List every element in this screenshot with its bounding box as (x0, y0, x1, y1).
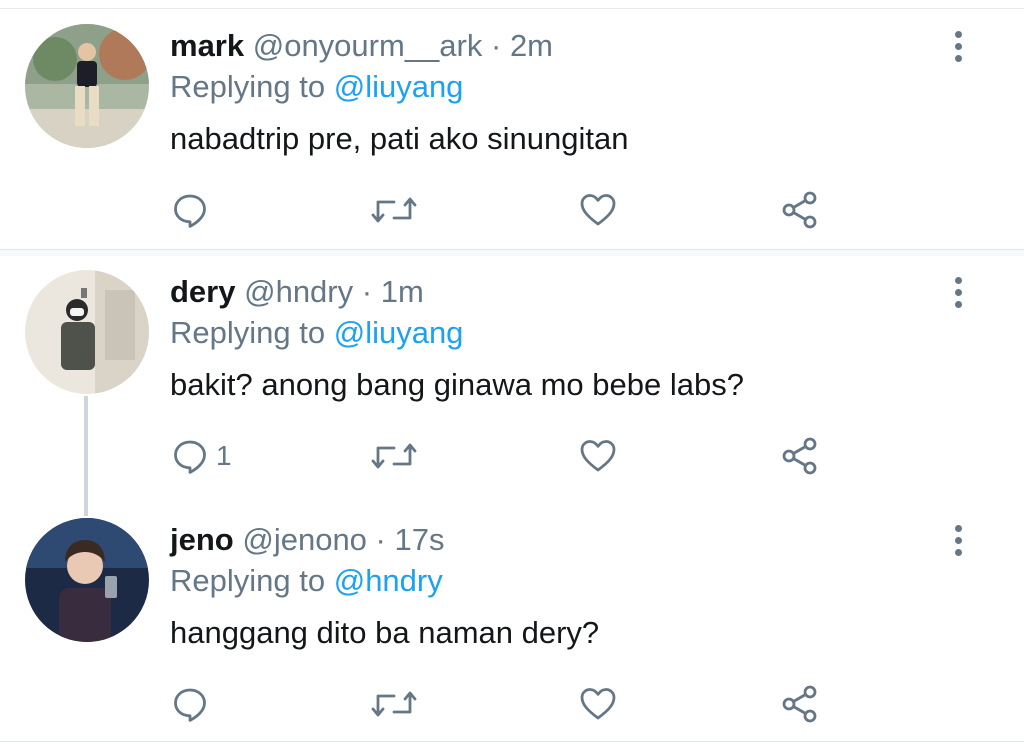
user-handle[interactable]: @jenono (242, 522, 367, 557)
like-button[interactable] (578, 682, 618, 726)
replying-to-mention[interactable]: @liuyang (334, 315, 464, 350)
share-icon (782, 685, 817, 723)
more-vertical-icon[interactable] (944, 274, 972, 310)
like-button[interactable] (578, 188, 618, 232)
replying-to-label: Replying to (170, 315, 326, 350)
tweet-text: bakit? anong bang ginawa mo bebe labs? (170, 367, 744, 402)
tweet-actions (0, 188, 1024, 232)
display-name[interactable]: jeno (170, 522, 234, 557)
like-icon (580, 440, 616, 472)
reply-button[interactable] (170, 188, 210, 232)
replying-to-label: Replying to (170, 69, 326, 104)
display-name[interactable]: mark (170, 28, 244, 63)
tweet-jeno[interactable]: jeno @jenono · 17s Replying to @hndry ha… (0, 504, 1024, 742)
timestamp[interactable]: 1m (381, 274, 424, 309)
user-handle[interactable]: @hndry (244, 274, 353, 309)
retweet-icon (371, 443, 417, 469)
replying-to: Replying to @hndry (170, 563, 443, 599)
share-button[interactable] (780, 434, 820, 478)
reply-count: 1 (216, 440, 232, 471)
tweet-header: jeno @jenono · 17s (170, 522, 444, 558)
like-icon (580, 194, 616, 226)
separator: · (375, 522, 386, 557)
tweet-header: dery @hndry · 1m (170, 274, 424, 310)
more-vertical-icon[interactable] (944, 522, 972, 558)
retweet-button[interactable] (370, 188, 418, 232)
share-button[interactable] (780, 682, 820, 726)
timestamp[interactable]: 2m (510, 28, 553, 63)
reply-feed: mark @onyourm__ark · 2m Replying to @liu… (0, 0, 1024, 744)
replying-to: Replying to @liuyang (170, 315, 463, 351)
reply-button[interactable] (170, 682, 210, 726)
reply-button[interactable]: 1 (170, 434, 232, 478)
share-button[interactable] (780, 188, 820, 232)
avatar-mark[interactable] (25, 24, 149, 148)
tweet-dery[interactable]: dery @hndry · 1m Replying to @liuyang ba… (0, 256, 1024, 516)
user-handle[interactable]: @onyourm__ark (253, 28, 483, 63)
replying-to-mention[interactable]: @liuyang (334, 69, 464, 104)
retweet-button[interactable] (370, 434, 418, 478)
retweet-icon (371, 197, 417, 223)
separator: · (490, 28, 502, 63)
retweet-icon (371, 691, 417, 717)
reply-icon (174, 194, 206, 228)
tweet-mark[interactable]: mark @onyourm__ark · 2m Replying to @liu… (0, 10, 1024, 248)
replying-to-label: Replying to (170, 563, 326, 598)
tweet-actions: 1 (0, 434, 1024, 478)
replying-to: Replying to @liuyang (170, 69, 463, 105)
display-name[interactable]: dery (170, 274, 235, 309)
share-icon (782, 437, 817, 475)
like-button[interactable] (578, 434, 618, 478)
reply-icon (174, 440, 206, 474)
replying-to-mention[interactable]: @hndry (334, 563, 443, 598)
retweet-button[interactable] (370, 682, 418, 726)
tweet-header: mark @onyourm__ark · 2m (170, 28, 553, 64)
avatar-jeno[interactable] (25, 518, 149, 642)
like-icon (580, 688, 616, 720)
divider (0, 741, 1024, 742)
separator: · (361, 274, 373, 309)
tweet-text: hanggang dito ba naman dery? (170, 615, 600, 650)
share-icon (782, 191, 817, 229)
avatar-dery[interactable] (25, 270, 149, 394)
more-vertical-icon[interactable] (944, 28, 972, 64)
tweet-actions (0, 682, 1024, 726)
tweet-text: nabadtrip pre, pati ako sinungitan (170, 121, 629, 156)
reply-icon (174, 688, 206, 722)
divider (0, 8, 1024, 9)
timestamp[interactable]: 17s (395, 522, 445, 557)
